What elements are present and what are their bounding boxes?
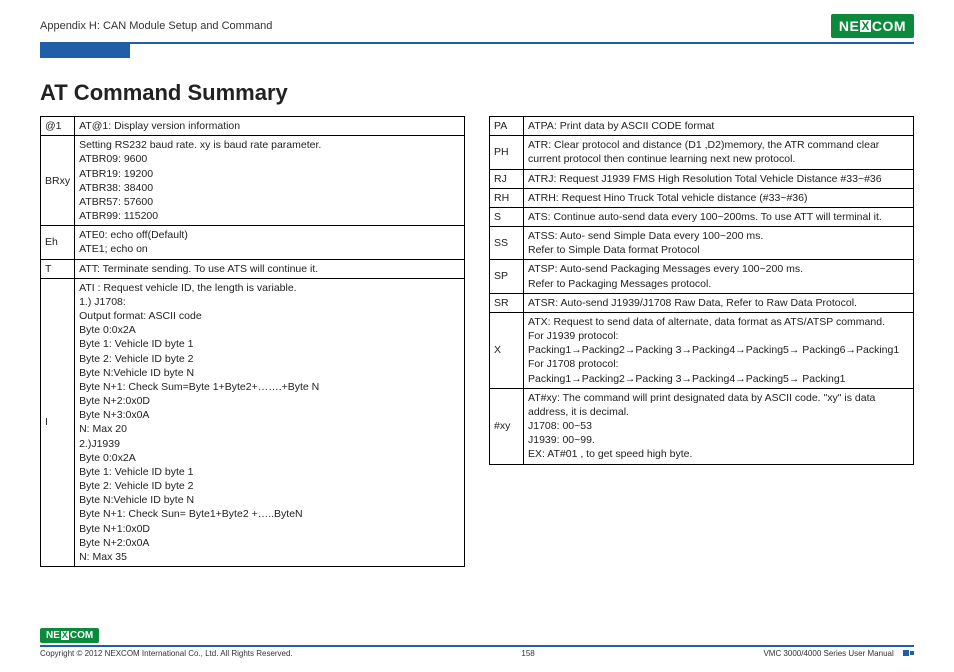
command-description: ATS: Continue auto-send data every 100~2… (524, 207, 914, 226)
table-row: IATI : Request vehicle ID, the length is… (41, 278, 465, 566)
command-code: T (41, 259, 75, 278)
header-accent-bar (40, 44, 130, 58)
command-description: ATT: Terminate sending. To use ATS will … (75, 259, 465, 278)
command-description: ATR: Clear protocol and distance (D1 ,D2… (524, 136, 914, 169)
table-row: TATT: Terminate sending. To use ATS will… (41, 259, 465, 278)
table-row: SRATSR: Auto-send J1939/J1708 Raw Data, … (490, 293, 914, 312)
header-rule (40, 42, 914, 44)
command-description: ATX: Request to send data of alternate, … (524, 312, 914, 388)
command-code: I (41, 278, 75, 566)
command-code: Eh (41, 226, 75, 259)
command-code: RJ (490, 169, 524, 188)
table-row: EhATE0: echo off(Default) ATE1; echo on (41, 226, 465, 259)
command-code: X (490, 312, 524, 388)
breadcrumb: Appendix H: CAN Module Setup and Command (40, 20, 272, 32)
footer-brand-logo: NEXCOM (40, 628, 99, 643)
command-description: ATE0: echo off(Default) ATE1; echo on (75, 226, 465, 259)
command-code: S (490, 207, 524, 226)
command-description: ATSS: Auto- send Simple Data every 100~2… (524, 227, 914, 260)
command-code: RH (490, 188, 524, 207)
table-row: RJATRJ: Request J1939 FMS High Resolutio… (490, 169, 914, 188)
command-code: @1 (41, 117, 75, 136)
command-description: AT@1: Display version information (75, 117, 465, 136)
command-description: ATRJ: Request J1939 FMS High Resolution … (524, 169, 914, 188)
footer-copyright: Copyright © 2012 NEXCOM International Co… (40, 649, 293, 658)
command-code: SP (490, 260, 524, 293)
command-description: Setting RS232 baud rate. xy is baud rate… (75, 136, 465, 226)
footer-rule (40, 645, 914, 647)
table-row: RHATRH: Request Hino Truck Total vehicle… (490, 188, 914, 207)
command-description: ATSR: Auto-send J1939/J1708 Raw Data, Re… (524, 293, 914, 312)
command-description: ATSP: Auto-send Packaging Messages every… (524, 260, 914, 293)
command-table-right: PAATPA: Print data by ASCII CODE formatP… (489, 116, 914, 465)
command-description: ATRH: Request Hino Truck Total vehicle d… (524, 188, 914, 207)
table-row: PAATPA: Print data by ASCII CODE format (490, 117, 914, 136)
table-row: SPATSP: Auto-send Packaging Messages eve… (490, 260, 914, 293)
table-row: SSATSS: Auto- send Simple Data every 100… (490, 227, 914, 260)
brand-logo: NEXCOM (831, 14, 914, 38)
page-title: AT Command Summary (40, 80, 914, 106)
command-code: PA (490, 117, 524, 136)
command-code: BRxy (41, 136, 75, 226)
table-row: #xyAT#xy: The command will print designa… (490, 388, 914, 464)
command-description: ATPA: Print data by ASCII CODE format (524, 117, 914, 136)
command-code: #xy (490, 388, 524, 464)
table-row: BRxySetting RS232 baud rate. xy is baud … (41, 136, 465, 226)
table-row: XATX: Request to send data of alternate,… (490, 312, 914, 388)
table-row: SATS: Continue auto-send data every 100~… (490, 207, 914, 226)
command-description: AT#xy: The command will print designated… (524, 388, 914, 464)
footer-page-number: 158 (521, 649, 534, 658)
table-row: @1AT@1: Display version information (41, 117, 465, 136)
command-description: ATI : Request vehicle ID, the length is … (75, 278, 465, 566)
table-row: PHATR: Clear protocol and distance (D1 ,… (490, 136, 914, 169)
footer-deco-icon (902, 649, 914, 658)
command-code: SS (490, 227, 524, 260)
footer-doc-title: VMC 3000/4000 Series User Manual (763, 649, 914, 658)
command-code: SR (490, 293, 524, 312)
command-table-left: @1AT@1: Display version informationBRxyS… (40, 116, 465, 567)
command-code: PH (490, 136, 524, 169)
